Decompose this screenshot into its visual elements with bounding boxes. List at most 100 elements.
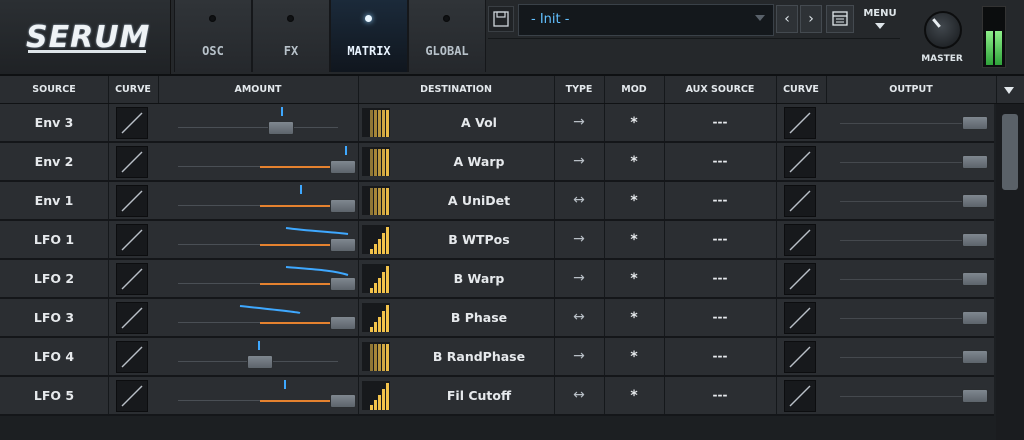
aux-curve-button[interactable] xyxy=(784,380,816,412)
output-handle[interactable] xyxy=(962,389,988,403)
tab-global[interactable]: GLOBAL xyxy=(408,0,486,72)
aux-source-cell[interactable]: --- xyxy=(664,143,777,180)
destination-cell[interactable]: Fil Cutoff xyxy=(404,377,555,414)
col-mod[interactable]: MOD xyxy=(604,76,665,103)
col-aux-source[interactable]: AUX SOURCE xyxy=(664,76,777,103)
source-curve-button[interactable] xyxy=(116,302,148,334)
col-output[interactable]: OUTPUT xyxy=(826,76,997,103)
destination-cell[interactable]: A UniDet xyxy=(404,182,555,219)
destination-cell[interactable]: B Phase xyxy=(404,299,555,336)
amount-handle[interactable] xyxy=(330,394,356,408)
master-volume-knob[interactable] xyxy=(924,11,962,49)
output-slider[interactable] xyxy=(826,260,994,297)
aux-source-cell[interactable]: --- xyxy=(664,377,777,414)
destination-cell[interactable]: A Vol xyxy=(404,104,555,141)
col-destination[interactable]: DESTINATION xyxy=(358,76,555,103)
mod-cell[interactable]: * xyxy=(604,221,665,258)
aux-source-cell[interactable]: --- xyxy=(664,338,777,375)
amount-handle[interactable] xyxy=(247,355,273,369)
output-handle[interactable] xyxy=(962,311,988,325)
output-handle[interactable] xyxy=(962,233,988,247)
output-slider[interactable] xyxy=(826,221,994,258)
mod-cell[interactable]: * xyxy=(604,143,665,180)
amount-handle[interactable] xyxy=(330,199,356,213)
col-amount[interactable]: AMOUNT xyxy=(158,76,359,103)
output-handle[interactable] xyxy=(962,272,988,286)
aux-source-cell[interactable]: --- xyxy=(664,299,777,336)
amount-slider[interactable] xyxy=(158,260,359,297)
mod-cell[interactable]: * xyxy=(604,299,665,336)
col-curve-2[interactable]: CURVE xyxy=(776,76,827,103)
scrollbar-thumb[interactable] xyxy=(1002,114,1018,190)
source-cell[interactable]: Env 2 xyxy=(0,143,109,180)
output-slider[interactable] xyxy=(826,143,994,180)
source-cell[interactable]: Env 1 xyxy=(0,182,109,219)
mod-cell[interactable]: * xyxy=(604,260,665,297)
preset-browser-button[interactable] xyxy=(826,5,854,33)
col-source[interactable]: SOURCE xyxy=(0,76,109,103)
aux-source-cell[interactable]: --- xyxy=(664,104,777,141)
output-slider[interactable] xyxy=(826,299,994,336)
source-cell[interactable]: LFO 1 xyxy=(0,221,109,258)
destination-cell[interactable]: A Warp xyxy=(404,143,555,180)
source-curve-button[interactable] xyxy=(116,224,148,256)
source-curve-button[interactable] xyxy=(116,341,148,373)
aux-curve-button[interactable] xyxy=(784,146,816,178)
type-toggle[interactable]: → xyxy=(554,221,605,258)
amount-slider[interactable] xyxy=(158,299,359,336)
amount-slider[interactable] xyxy=(158,182,359,219)
amount-handle[interactable] xyxy=(330,160,356,174)
aux-curve-button[interactable] xyxy=(784,263,816,295)
aux-curve-button[interactable] xyxy=(784,341,816,373)
aux-curve-button[interactable] xyxy=(784,107,816,139)
source-curve-button[interactable] xyxy=(116,185,148,217)
save-preset-button[interactable] xyxy=(488,6,514,32)
source-cell[interactable]: Env 3 xyxy=(0,104,109,141)
amount-handle[interactable] xyxy=(330,238,356,252)
amount-slider[interactable] xyxy=(158,104,359,141)
source-curve-button[interactable] xyxy=(116,263,148,295)
source-curve-button[interactable] xyxy=(116,380,148,412)
aux-source-cell[interactable]: --- xyxy=(664,221,777,258)
mod-cell[interactable]: * xyxy=(604,338,665,375)
amount-handle[interactable] xyxy=(268,121,294,135)
tab-osc[interactable]: OSC xyxy=(174,0,252,72)
mod-cell[interactable]: * xyxy=(604,377,665,414)
next-preset-button[interactable]: › xyxy=(800,5,822,33)
output-handle[interactable] xyxy=(962,155,988,169)
destination-cell[interactable]: B WTPos xyxy=(404,221,555,258)
source-curve-button[interactable] xyxy=(116,107,148,139)
col-type[interactable]: TYPE xyxy=(554,76,605,103)
destination-cell[interactable]: B Warp xyxy=(404,260,555,297)
aux-source-cell[interactable]: --- xyxy=(664,260,777,297)
aux-source-cell[interactable]: --- xyxy=(664,182,777,219)
menu-button[interactable]: MENU xyxy=(860,4,900,34)
source-cell[interactable]: LFO 3 xyxy=(0,299,109,336)
amount-handle[interactable] xyxy=(330,277,356,291)
mod-cell[interactable]: * xyxy=(604,182,665,219)
type-toggle[interactable]: ↔ xyxy=(554,377,605,414)
source-cell[interactable]: LFO 4 xyxy=(0,338,109,375)
output-slider[interactable] xyxy=(826,377,994,414)
preset-selector[interactable]: - Init - xyxy=(518,4,774,36)
tab-fx[interactable]: FX xyxy=(252,0,330,72)
type-toggle[interactable]: → xyxy=(554,260,605,297)
destination-cell[interactable]: B RandPhase xyxy=(404,338,555,375)
source-curve-button[interactable] xyxy=(116,146,148,178)
output-slider[interactable] xyxy=(826,182,994,219)
amount-slider[interactable] xyxy=(158,377,359,414)
col-curve[interactable]: CURVE xyxy=(108,76,159,103)
output-handle[interactable] xyxy=(962,350,988,364)
output-slider[interactable] xyxy=(826,104,994,141)
matrix-options-button[interactable] xyxy=(996,76,1024,103)
amount-slider[interactable] xyxy=(158,143,359,180)
amount-slider[interactable] xyxy=(158,221,359,258)
source-cell[interactable]: LFO 5 xyxy=(0,377,109,414)
prev-preset-button[interactable]: ‹ xyxy=(776,5,798,33)
aux-curve-button[interactable] xyxy=(784,185,816,217)
source-cell[interactable]: LFO 2 xyxy=(0,260,109,297)
tab-matrix[interactable]: MATRIX xyxy=(330,0,408,72)
amount-handle[interactable] xyxy=(330,316,356,330)
aux-curve-button[interactable] xyxy=(784,302,816,334)
output-slider[interactable] xyxy=(826,338,994,375)
